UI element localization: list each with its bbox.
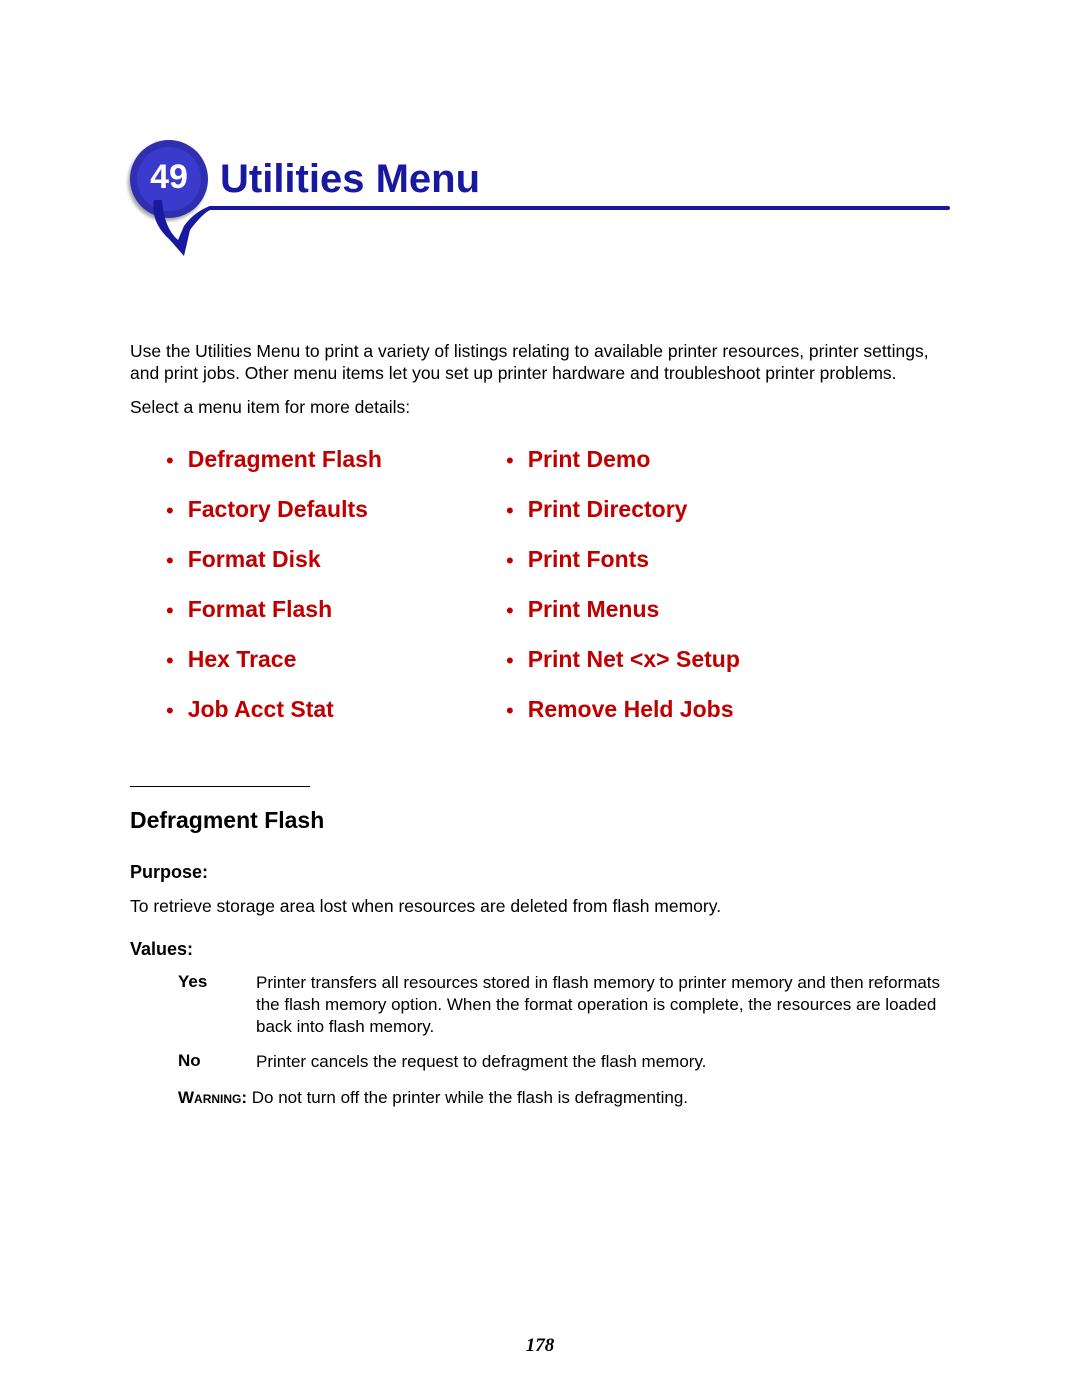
bullet-icon: • xyxy=(506,548,514,574)
warning-label: Warning: xyxy=(178,1088,247,1107)
select-prompt: Select a menu item for more details: xyxy=(130,397,950,418)
warning-row: Warning: Do not turn off the printer whi… xyxy=(178,1087,950,1109)
bullet-icon: • xyxy=(506,448,514,474)
bullet-icon: • xyxy=(166,448,174,474)
menu-link-factory-defaults[interactable]: Factory Defaults xyxy=(188,496,368,524)
menu-column-right: • Print Demo • Print Directory • Print Font… xyxy=(506,446,846,746)
chapter-number: 49 xyxy=(142,158,196,197)
menu-link-job-acct-stat[interactable]: Job Acct Stat xyxy=(188,696,334,724)
bullet-icon: • xyxy=(506,498,514,524)
bullet-icon: • xyxy=(166,548,174,574)
purpose-text: To retrieve storage area lost when resou… xyxy=(130,895,950,917)
menu-link-hex-trace[interactable]: Hex Trace xyxy=(188,646,297,674)
menu-link-print-net-setup[interactable]: Print Net <x> Setup xyxy=(528,646,740,674)
menu-link-print-menus[interactable]: Print Menus xyxy=(528,596,660,624)
defragment-flash-heading: Defragment Flash xyxy=(130,807,950,834)
bullet-icon: • xyxy=(506,598,514,624)
intro-text: Use the Utilities Menu to print a variet… xyxy=(130,340,950,385)
bullet-icon: • xyxy=(166,698,174,724)
page-number: 178 xyxy=(0,1335,1080,1357)
menu-link-remove-held-jobs[interactable]: Remove Held Jobs xyxy=(528,696,734,724)
badge-tail-icon xyxy=(150,200,210,256)
values-label: Values: xyxy=(130,939,950,960)
bullet-icon: • xyxy=(506,698,514,724)
menu-link-format-flash[interactable]: Format Flash xyxy=(188,596,332,624)
menu-item-columns: • Defragment Flash • Factory Defaults • For… xyxy=(166,446,950,746)
values-table: Yes Printer transfers all resources stor… xyxy=(178,972,950,1109)
bullet-icon: • xyxy=(166,648,174,674)
bullet-icon: • xyxy=(166,498,174,524)
chapter-header: 49 Utilities Menu xyxy=(130,140,950,260)
section-divider xyxy=(130,786,310,787)
menu-link-print-directory[interactable]: Print Directory xyxy=(528,496,688,524)
menu-column-left: • Defragment Flash • Factory Defaults • For… xyxy=(166,446,506,746)
warning-text: Do not turn off the printer while the fl… xyxy=(247,1088,688,1107)
menu-link-defragment-flash[interactable]: Defragment Flash xyxy=(188,446,382,474)
menu-link-print-fonts[interactable]: Print Fonts xyxy=(528,546,649,574)
value-key: Yes xyxy=(178,972,256,1037)
value-key: No xyxy=(178,1051,256,1073)
value-desc: Printer transfers all resources stored i… xyxy=(256,972,950,1037)
bullet-icon: • xyxy=(166,598,174,624)
page-title: Utilities Menu xyxy=(220,157,480,202)
value-row-yes: Yes Printer transfers all resources stor… xyxy=(178,972,950,1037)
purpose-label: Purpose: xyxy=(130,862,950,883)
menu-link-format-disk[interactable]: Format Disk xyxy=(188,546,321,574)
menu-link-print-demo[interactable]: Print Demo xyxy=(528,446,651,474)
title-underline xyxy=(208,206,950,210)
value-row-no: No Printer cancels the request to defrag… xyxy=(178,1051,950,1073)
bullet-icon: • xyxy=(506,648,514,674)
value-desc: Printer cancels the request to defragmen… xyxy=(256,1051,950,1073)
